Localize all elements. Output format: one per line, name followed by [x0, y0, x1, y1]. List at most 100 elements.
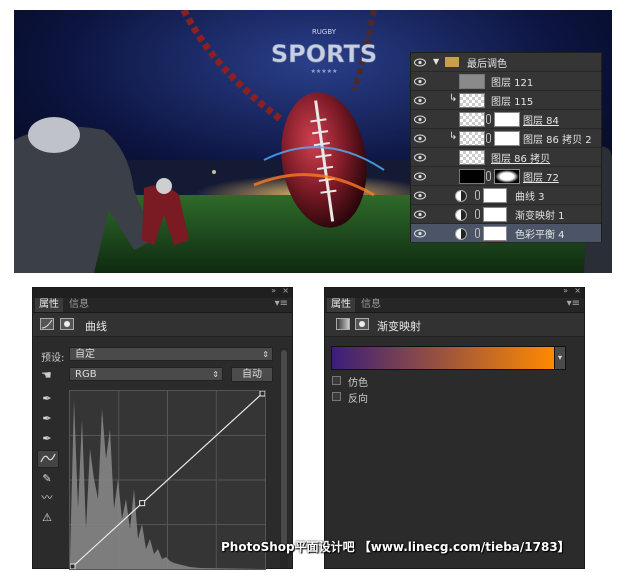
- close-icon[interactable]: ×: [574, 286, 581, 295]
- gradient-map-properties-panel: » × 属性 信息 ▾≡ 渐变映射 ▾ 仿色 反向: [324, 286, 585, 569]
- layer-name[interactable]: 图层 86 拷贝: [491, 150, 550, 165]
- link-chain-icon[interactable]: [486, 171, 491, 181]
- adjustment-layer-icon: [455, 209, 467, 221]
- tab-properties[interactable]: 属性: [327, 298, 355, 312]
- eyedropper-black-icon[interactable]: ✒: [39, 392, 55, 406]
- reverse-label: 反向: [348, 394, 368, 405]
- layer-mask-thumbnail[interactable]: [483, 207, 507, 222]
- layer-row[interactable]: ↳ 图层 86 拷贝 2: [411, 129, 601, 148]
- adjustment-header: 曲线: [33, 313, 292, 337]
- target-adjust-hand-icon[interactable]: ☚: [41, 368, 52, 382]
- layer-mask-thumbnail[interactable]: [494, 131, 520, 146]
- channel-value: RGB: [75, 369, 97, 380]
- layer-name[interactable]: 渐变映射 1: [515, 207, 565, 222]
- collapse-icon[interactable]: »: [563, 286, 568, 295]
- folder-icon: [445, 57, 459, 67]
- layer-name[interactable]: 色彩平衡 4: [515, 226, 565, 241]
- tab-info[interactable]: 信息: [65, 298, 93, 312]
- curve-control-point: [259, 390, 266, 397]
- brand-main-text: SPORTS: [271, 40, 377, 68]
- eyedropper-gray-icon[interactable]: ✒: [39, 412, 55, 426]
- layer-thumbnail[interactable]: [459, 93, 485, 108]
- layer-mask-thumbnail[interactable]: [494, 112, 520, 127]
- scrollbar-thumb[interactable]: [281, 350, 287, 550]
- layer-name[interactable]: 图层 84: [523, 112, 559, 127]
- layer-mask-thumbnail[interactable]: [483, 188, 507, 203]
- layer-thumbnail[interactable]: [459, 74, 485, 89]
- layer-name[interactable]: 图层 121: [491, 74, 533, 89]
- layer-thumbnail[interactable]: [459, 150, 485, 165]
- eyedropper-white-icon[interactable]: ✒: [39, 432, 55, 446]
- panel-menu-icon[interactable]: ▾≡: [567, 298, 580, 309]
- clipping-warning-icon[interactable]: ⚠: [37, 511, 57, 525]
- visibility-eye-icon[interactable]: [414, 171, 426, 181]
- visibility-eye-icon[interactable]: [414, 76, 426, 86]
- layer-name[interactable]: 曲线 3: [515, 188, 545, 203]
- visibility-eye-icon[interactable]: [414, 114, 426, 124]
- dropdown-arrow-icon: ⇕: [262, 350, 269, 359]
- visibility-eye-icon[interactable]: [414, 152, 426, 162]
- pencil-icon[interactable]: ✎: [39, 472, 55, 486]
- expand-arrow-icon[interactable]: ▼: [433, 57, 439, 66]
- curves-adjustment-icon: [40, 318, 54, 330]
- clipping-arrow-icon: ↳: [449, 131, 458, 142]
- layer-row[interactable]: 图层 84: [411, 110, 601, 129]
- layer-name[interactable]: 最后调色: [467, 55, 507, 70]
- link-chain-icon[interactable]: [475, 190, 480, 200]
- tab-info[interactable]: 信息: [357, 298, 385, 312]
- layer-name[interactable]: 图层 115: [491, 93, 533, 108]
- layer-mask-thumbnail[interactable]: [483, 226, 507, 241]
- adjustment-layer-icon: [455, 190, 467, 202]
- gradient-map-icon: [336, 318, 350, 330]
- preset-select[interactable]: 自定 ⇕: [69, 347, 273, 361]
- layer-name[interactable]: 图层 86 拷贝 2: [523, 131, 592, 146]
- layer-row[interactable]: 图层 121: [411, 72, 601, 91]
- watermark-text: PhotoShop平面设计吧 【www.linecg.com/tieba/178…: [221, 540, 570, 554]
- layer-row[interactable]: ▼ 最后调色: [411, 53, 601, 72]
- channel-select[interactable]: RGB ⇕: [69, 367, 223, 381]
- layer-mask-thumbnail[interactable]: [494, 169, 520, 184]
- panel-title: 渐变映射: [377, 320, 421, 333]
- visibility-eye-icon[interactable]: [414, 133, 426, 143]
- link-chain-icon[interactable]: [475, 209, 480, 219]
- mask-icon[interactable]: [60, 318, 74, 330]
- layer-row[interactable]: 渐变映射 1: [411, 205, 601, 224]
- adjustment-layer-icon: [455, 228, 467, 240]
- dither-checkbox[interactable]: [332, 376, 341, 385]
- gradient-swatch[interactable]: [331, 346, 555, 370]
- dither-label: 仿色: [348, 378, 368, 389]
- layer-row[interactable]: 图层 72: [411, 167, 601, 186]
- preset-value: 自定: [75, 349, 95, 360]
- auto-button[interactable]: 自动: [231, 367, 273, 382]
- smooth-curve-icon[interactable]: 〰: [39, 491, 55, 505]
- reverse-checkbox[interactable]: [332, 392, 341, 401]
- panel-menu-icon[interactable]: ▾≡: [275, 298, 288, 309]
- visibility-eye-icon[interactable]: [414, 57, 426, 67]
- collapse-icon[interactable]: »: [271, 286, 276, 295]
- gradient-dropdown-icon[interactable]: ▾: [554, 346, 566, 370]
- panel-titlebar[interactable]: » ×: [33, 286, 292, 298]
- panel-titlebar[interactable]: » ×: [325, 286, 584, 298]
- close-icon[interactable]: ×: [282, 286, 289, 295]
- tab-properties[interactable]: 属性: [35, 298, 63, 312]
- curve-edit-icon[interactable]: [37, 450, 59, 468]
- scrollbar[interactable]: [280, 348, 288, 568]
- layer-thumbnail[interactable]: [459, 131, 485, 146]
- layer-thumbnail[interactable]: [459, 169, 485, 184]
- link-chain-icon[interactable]: [475, 228, 480, 238]
- visibility-eye-icon[interactable]: [414, 209, 426, 219]
- layer-thumbnail[interactable]: [459, 112, 485, 127]
- link-chain-icon[interactable]: [486, 133, 491, 143]
- layer-row[interactable]: 曲线 3: [411, 186, 601, 205]
- layer-name[interactable]: 图层 72: [523, 169, 559, 184]
- layer-row[interactable]: 色彩平衡 4: [411, 224, 601, 243]
- panel-title: 曲线: [85, 320, 107, 333]
- visibility-eye-icon[interactable]: [414, 95, 426, 105]
- panel-tabs: 属性 信息 ▾≡: [325, 298, 584, 313]
- mask-icon[interactable]: [355, 318, 369, 330]
- visibility-eye-icon[interactable]: [414, 190, 426, 200]
- link-chain-icon[interactable]: [486, 114, 491, 124]
- layer-row[interactable]: ↳ 图层 115: [411, 91, 601, 110]
- layer-row[interactable]: 图层 86 拷贝: [411, 148, 601, 167]
- visibility-eye-icon[interactable]: [414, 228, 426, 238]
